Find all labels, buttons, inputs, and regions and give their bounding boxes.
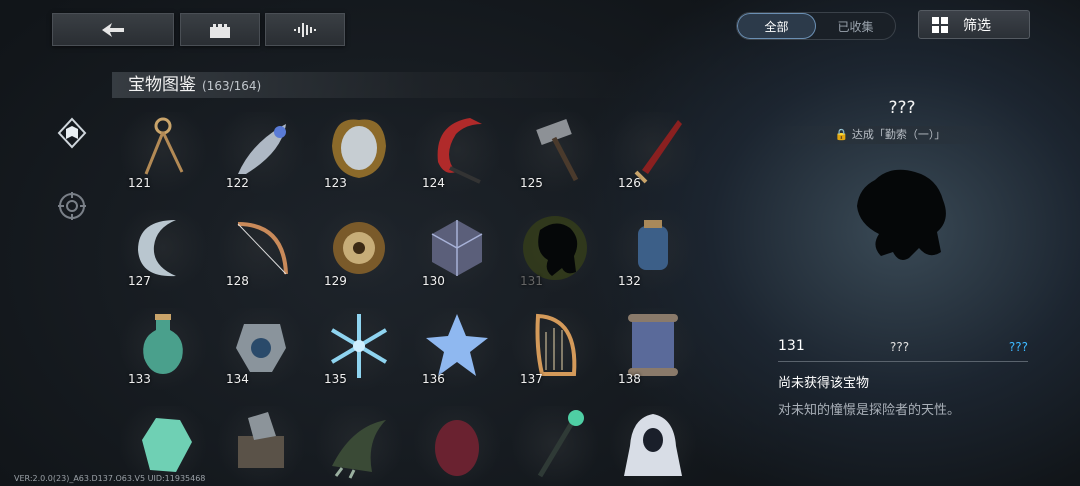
treasure-middle: ??? — [890, 340, 910, 354]
treasure-item[interactable]: 132 — [610, 210, 696, 294]
treasure-item[interactable]: 133 — [120, 308, 206, 392]
staff-icon — [537, 410, 584, 478]
book-icon — [57, 117, 87, 149]
item-number: 124 — [422, 176, 445, 190]
detail-title: ??? — [888, 98, 916, 118]
collection-header: 宝物图鉴 (163/164) — [112, 72, 632, 98]
item-number: 123 — [324, 176, 347, 190]
lock-icon: 🔒 — [834, 128, 849, 141]
gem-icon — [142, 418, 192, 472]
treasure-item[interactable]: 137 — [512, 308, 598, 392]
item-number: 122 — [226, 176, 249, 190]
treasure-name: 尚未获得该宝物 — [778, 376, 870, 391]
item-number: 137 — [520, 372, 543, 386]
treasure-item[interactable] — [218, 406, 304, 486]
item-number: 121 — [128, 176, 151, 190]
treasure-number: 131 — [778, 338, 805, 354]
treasure-item[interactable]: 127 — [120, 210, 206, 294]
unlock-text: 达成「勤索（一）」 — [851, 128, 946, 141]
item-number: 129 — [324, 274, 347, 288]
back-arrow-icon — [102, 22, 124, 37]
treasure-item[interactable] — [414, 406, 500, 486]
item-number: 131 — [520, 274, 543, 288]
collection-count: (163/164) — [202, 79, 262, 93]
treasure-item[interactable]: 125 — [512, 112, 598, 196]
treasure-item[interactable]: 126 — [610, 112, 696, 196]
treasure-rarity: ??? — [1008, 340, 1028, 354]
castle-icon — [210, 23, 230, 38]
compass-icon — [58, 192, 86, 220]
back-button[interactable] — [52, 13, 174, 46]
treasure-silhouette-icon — [857, 169, 946, 260]
castle-button[interactable] — [180, 13, 260, 46]
item-number: 132 — [618, 274, 641, 288]
item-number: 135 — [324, 372, 347, 386]
treasure-item[interactable]: 131 — [512, 210, 598, 294]
treasure-item[interactable]: 136 — [414, 308, 500, 392]
claw-icon — [332, 420, 386, 479]
page-title: 宝物图鉴 — [128, 75, 196, 95]
item-number: 128 — [226, 274, 249, 288]
filter-label: 筛选 — [963, 17, 991, 34]
egg-icon — [435, 420, 479, 476]
sound-button[interactable] — [265, 13, 345, 46]
item-number: 130 — [422, 274, 445, 288]
collection-tabs: 全部 已收集 — [736, 12, 896, 40]
treasure-item[interactable] — [512, 406, 598, 486]
treasure-item[interactable]: 122 — [218, 112, 304, 196]
treasure-item[interactable]: 130 — [414, 210, 500, 294]
treasure-item[interactable]: 135 — [316, 308, 402, 392]
side-tab-relics[interactable] — [56, 190, 88, 222]
side-tab-codex[interactable] — [56, 117, 88, 149]
item-number: 134 — [226, 372, 249, 386]
treasure-item[interactable]: 134 — [218, 308, 304, 392]
treasure-item[interactable]: 124 — [414, 112, 500, 196]
treasure-item[interactable]: 128 — [218, 210, 304, 294]
hooded-figure-icon — [624, 414, 682, 476]
tab-all[interactable]: 全部 — [737, 13, 816, 39]
treasure-item[interactable] — [610, 406, 696, 486]
book-stack-icon — [238, 412, 284, 468]
item-number: 126 — [618, 176, 641, 190]
item-number: 138 — [618, 372, 641, 386]
grid-icon — [932, 16, 948, 33]
treasure-item[interactable]: 138 — [610, 308, 696, 392]
treasure-item[interactable]: 121 — [120, 112, 206, 196]
tab-collected[interactable]: 已收集 — [816, 13, 895, 39]
detail-info-row: 131 ??? ??? — [778, 338, 1028, 358]
treasure-item[interactable] — [316, 406, 402, 486]
item-number: 125 — [520, 176, 543, 190]
divider — [778, 361, 1028, 362]
treasure-item[interactable]: 123 — [316, 112, 402, 196]
sound-wave-icon — [294, 22, 316, 37]
filter-button[interactable]: 筛选 — [918, 10, 1030, 39]
unlock-condition: 🔒 达成「勤索（一）」 — [770, 126, 1010, 144]
item-number: 133 — [128, 372, 151, 386]
item-number: 127 — [128, 274, 151, 288]
version-label: VER:2.0.0(23)_A63.D137.O63.V5 UID:119354… — [14, 474, 206, 483]
treasure-description: 对未知的憧憬是探险者的天性。 — [778, 403, 961, 418]
item-number: 136 — [422, 372, 445, 386]
treasure-item[interactable]: 129 — [316, 210, 402, 294]
